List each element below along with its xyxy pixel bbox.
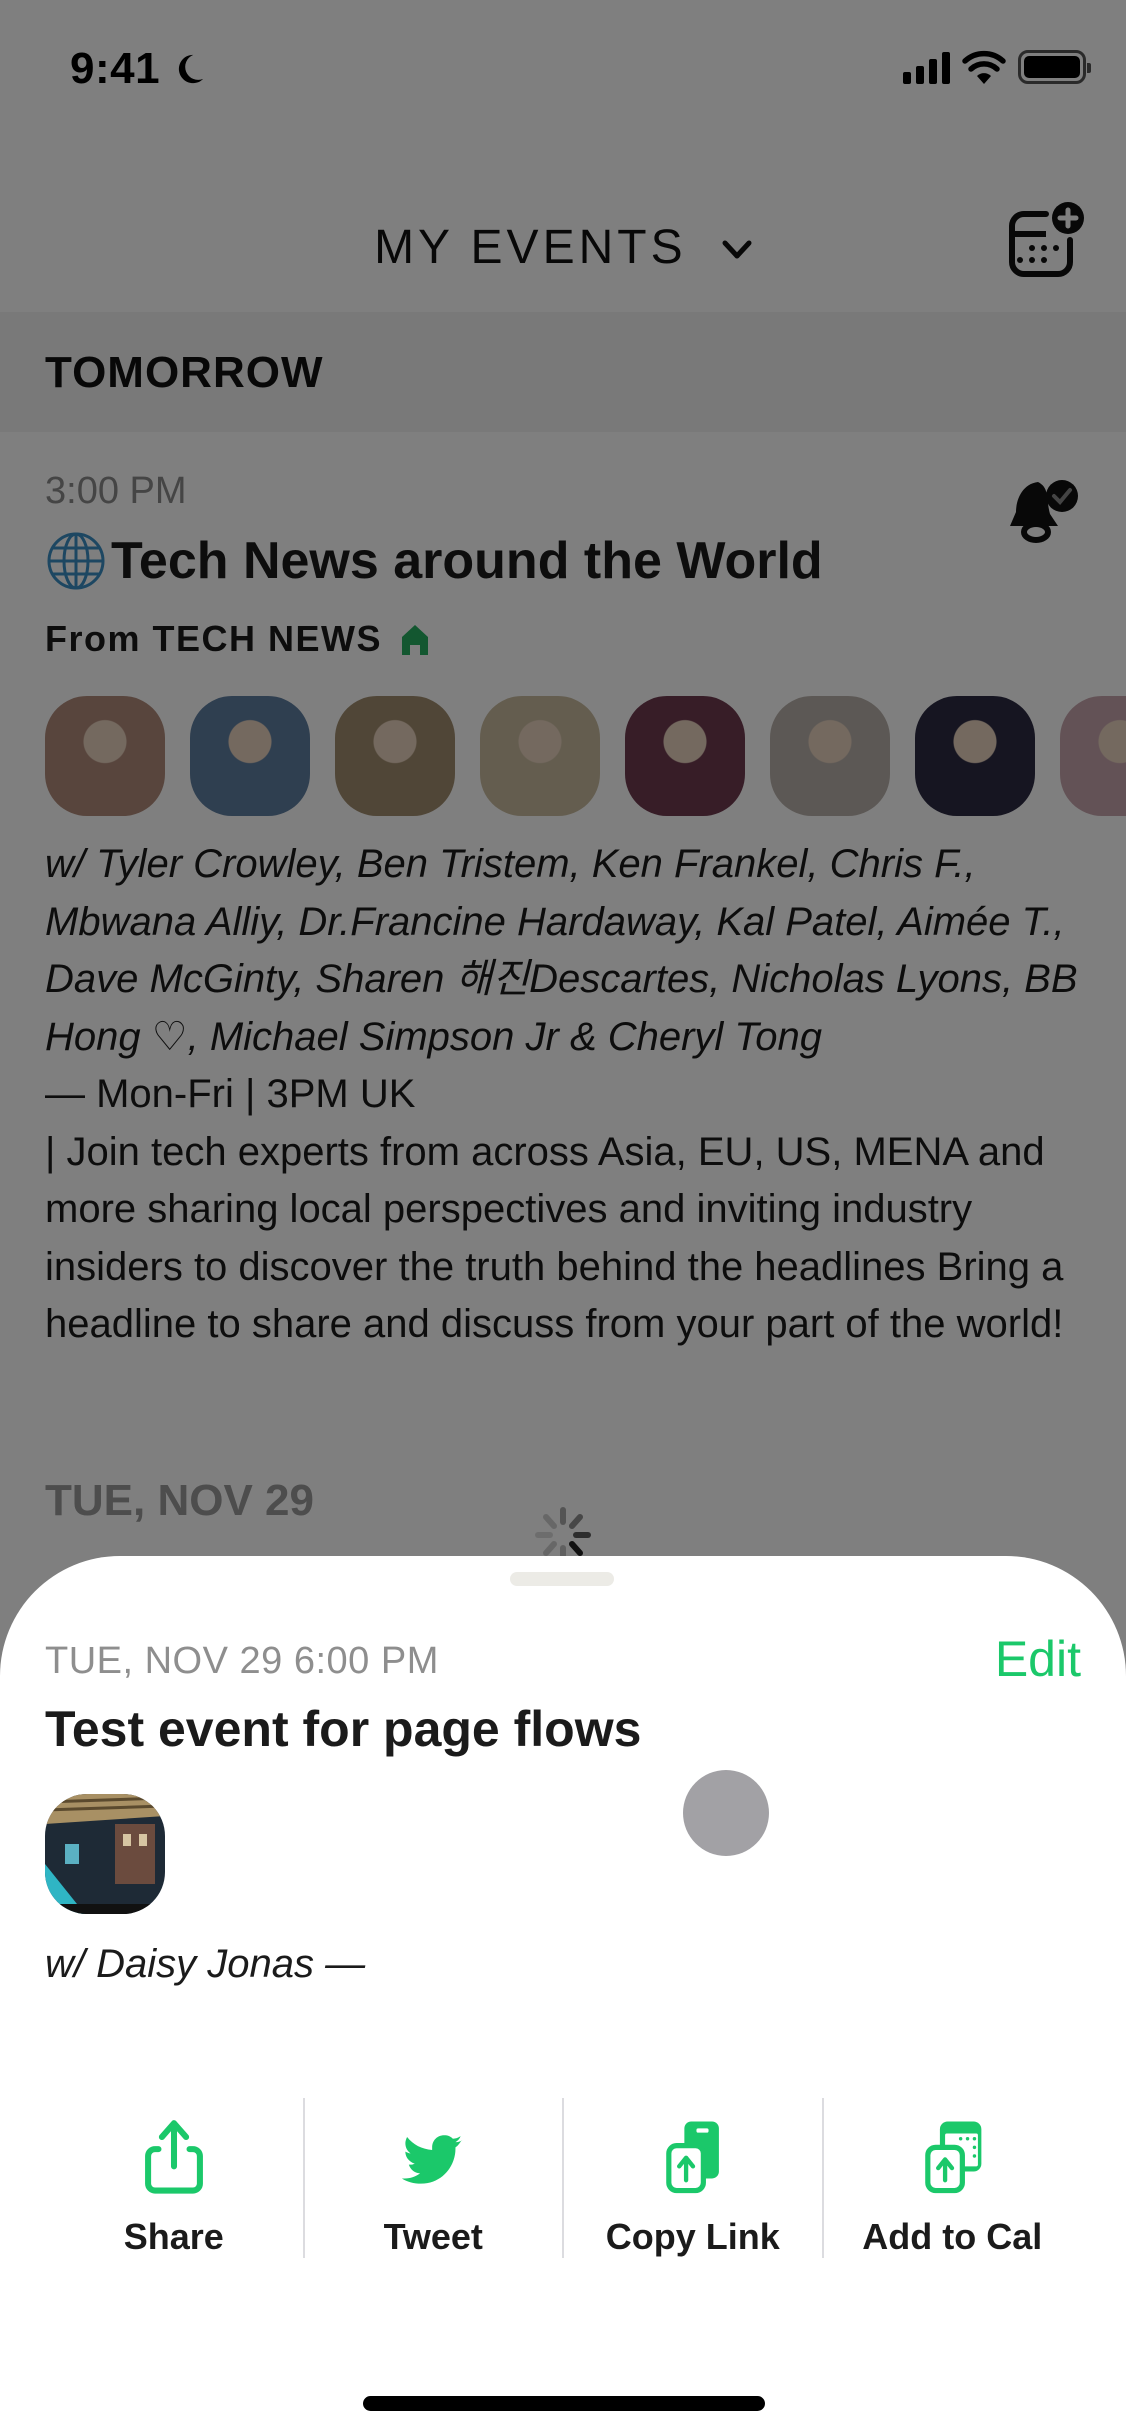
- add-to-calendar-icon: [925, 2121, 982, 2194]
- sheet-drag-handle[interactable]: [510, 1572, 614, 1586]
- twitter-icon: [402, 2135, 463, 2184]
- add-to-calendar-button[interactable]: Add to Cal: [821, 2098, 1082, 2258]
- sheet-event-title: Test event for page flows: [45, 1701, 642, 1757]
- tweet-label: Tweet: [383, 2216, 483, 2257]
- host-avatar[interactable]: [45, 1794, 165, 1914]
- share-actions: Share Tweet Copy Link Add to Cal: [45, 2098, 1081, 2258]
- copy-link-button[interactable]: Copy Link: [562, 2098, 822, 2258]
- host-avatar-image: [45, 1794, 165, 1914]
- sheet-event-date: TUE, NOV 29 6:00 PM: [45, 1640, 439, 1682]
- touch-indicator: [683, 1770, 769, 1856]
- share-button[interactable]: Share: [45, 2098, 303, 2258]
- edit-button[interactable]: Edit: [995, 1630, 1081, 1688]
- tweet-button[interactable]: Tweet: [302, 2098, 563, 2258]
- event-detail-sheet: TUE, NOV 29 6:00 PM Edit Test event for …: [0, 1556, 1126, 2436]
- add-to-calendar-label: Add to Cal: [862, 2216, 1043, 2257]
- share-icon: [144, 2120, 203, 2194]
- sheet-event-hosts: w/ Daisy Jonas —: [45, 1942, 366, 1986]
- home-indicator[interactable]: [363, 2396, 765, 2411]
- share-label: Share: [123, 2216, 224, 2257]
- copy-link-icon: [665, 2121, 719, 2194]
- copy-link-label: Copy Link: [605, 2216, 780, 2257]
